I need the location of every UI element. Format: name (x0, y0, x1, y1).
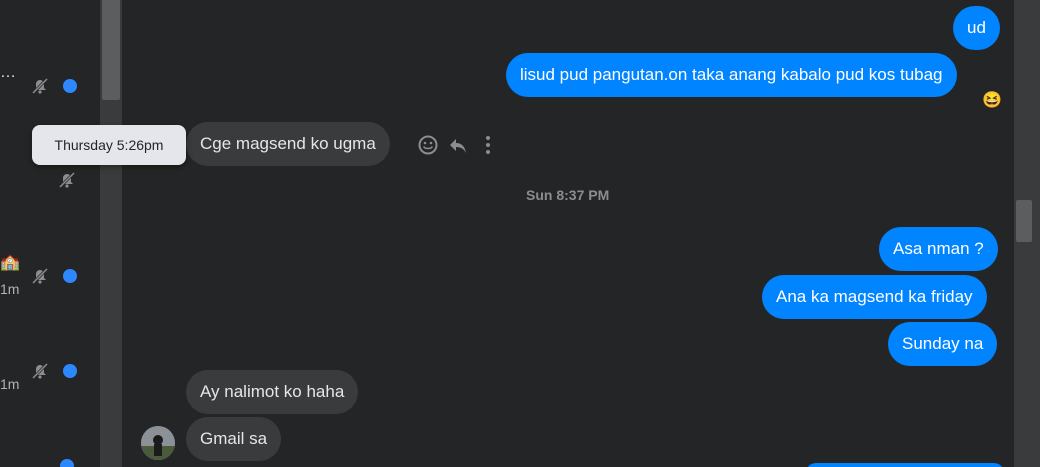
message-time-tooltip: Thursday 5:26pm (32, 125, 186, 165)
conversation-list: … 🏫 1m 1m (0, 0, 100, 467)
conversation-list-scrollbar[interactable] (100, 0, 122, 467)
smiley-icon (418, 135, 438, 155)
bell-muted-icon[interactable] (30, 76, 50, 96)
message-bubble-incoming[interactable]: Gmail sa (186, 417, 282, 461)
message-reaction[interactable]: 😆 (980, 88, 1004, 112)
react-button[interactable] (416, 133, 440, 157)
unread-dot (63, 79, 77, 93)
unread-dot (63, 364, 77, 378)
message-bubble-incoming[interactable]: Ay nalimot ko haha (186, 370, 359, 414)
message-bubble-outgoing[interactable]: ud (953, 6, 1000, 50)
laughing-emoji: 😆 (982, 92, 1002, 109)
more-vertical-icon (486, 136, 490, 154)
scrollbar-thumb[interactable] (1016, 200, 1032, 242)
more-button[interactable] (476, 133, 500, 157)
message-bubble-incoming[interactable]: Cge magsend ko ugma (186, 122, 390, 166)
reply-icon (450, 139, 466, 153)
bell-muted-icon[interactable] (30, 361, 50, 381)
conversation-time: 1m (0, 281, 20, 297)
bell-muted-icon[interactable] (57, 170, 77, 190)
conversation-emoji: 🏫 (0, 254, 20, 271)
thread-timestamp: Sun 8:37 PM (526, 187, 610, 203)
thread-scrollbar[interactable] (1014, 0, 1040, 467)
bell-muted-icon[interactable] (30, 266, 50, 286)
avatar-image (141, 426, 175, 460)
conversation-time: 1m (0, 376, 20, 392)
message-bubble-outgoing[interactable]: lisud pud pangutan.on taka anang kabalo … (506, 53, 957, 97)
scrollbar-thumb[interactable] (102, 0, 120, 100)
reply-button[interactable] (446, 133, 470, 157)
message-bubble-outgoing[interactable]: Asa nman ? (879, 227, 998, 271)
avatar[interactable] (141, 426, 175, 460)
unread-dot (60, 459, 74, 467)
message-bubble-outgoing-partial[interactable] (806, 463, 1004, 467)
ellipsis-text: … (0, 64, 16, 81)
message-bubble-outgoing[interactable]: Sunday na (888, 322, 998, 366)
message-bubble-outgoing[interactable]: Ana ka magsend ka friday (762, 275, 987, 319)
unread-dot (63, 269, 77, 283)
